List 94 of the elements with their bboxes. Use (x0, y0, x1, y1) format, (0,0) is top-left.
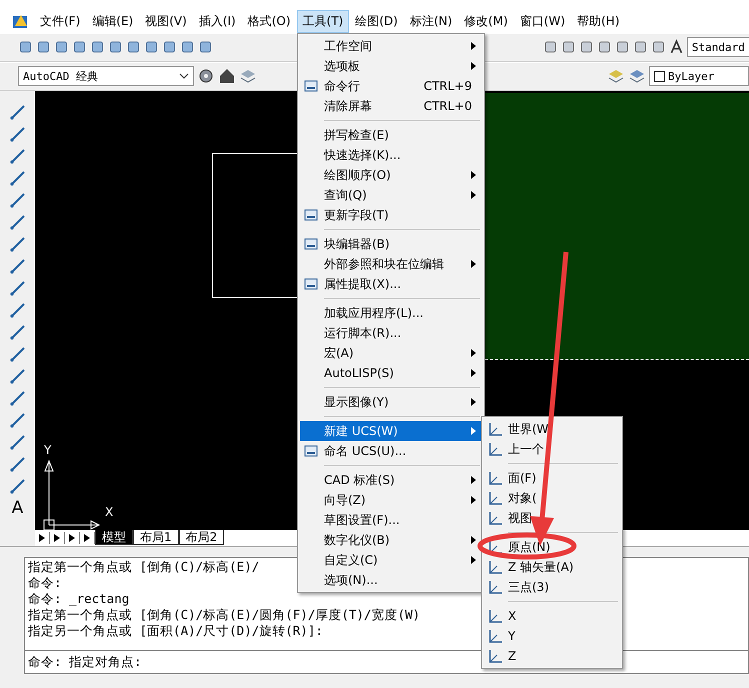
x-axis-label: X (105, 504, 114, 519)
menu-option[interactable]: 新建 UCS(W) (300, 421, 482, 441)
app-logo-icon (12, 13, 30, 30)
submenu-arrow-icon (471, 427, 476, 435)
home-icon[interactable] (218, 67, 236, 86)
menu-option[interactable]: 上一个 (484, 439, 620, 459)
menu-option[interactable]: 世界(W (484, 419, 620, 439)
ucs-axis-icon (487, 579, 503, 595)
text-style-dropdown[interactable]: Standard (686, 37, 749, 58)
layout-tab[interactable]: 布局1 (133, 530, 179, 546)
command-line: 指定第一个角点或 [倒角(C)/标高(E)/ (28, 558, 260, 575)
menu-option[interactable]: 自定义(C) (300, 550, 482, 570)
menu-item[interactable]: 插入(I) (192, 10, 242, 33)
submenu-arrow-icon (471, 62, 476, 70)
submenu-arrow-icon (471, 42, 476, 50)
line-icon[interactable] (8, 102, 26, 121)
menu-option[interactable]: Y (484, 626, 620, 646)
menu-option[interactable]: AutoLISP(S) (300, 363, 482, 383)
command-line: 命令: (28, 574, 62, 591)
menu-option[interactable]: X (484, 606, 620, 626)
layout-tab[interactable]: 模型 (95, 530, 133, 546)
menu-option[interactable]: 原点(N) (484, 537, 620, 557)
ucs-axis-icon (487, 608, 503, 624)
menu-item[interactable]: 编辑(E) (86, 10, 140, 33)
menu-option[interactable]: 三点(3) (484, 577, 620, 597)
menu-item-icon (303, 443, 319, 459)
menu-option[interactable]: 工作空间 (300, 36, 482, 56)
y-axis-label: Y (44, 442, 52, 457)
submenu-arrow-icon (471, 191, 476, 199)
workspace-dropdown[interactable]: AutoCAD 经典 (18, 66, 194, 86)
command-line: 命令: _rectang (28, 590, 130, 607)
submenu-arrow-icon (471, 536, 476, 544)
ucs-axis-icon (487, 421, 503, 437)
caret-icon (179, 73, 189, 80)
menu-option[interactable]: 查询(Q) (300, 185, 482, 205)
menu-item-icon (303, 207, 319, 223)
menu-option[interactable]: 运行脚本(R)... (300, 323, 482, 343)
menu-option[interactable]: 更新字段(T) (300, 205, 482, 225)
command-line: 指定第一个角点或 [倒角(C)/标高(E)/圆角(F)/厚度(T)/宽度(W) (28, 606, 420, 623)
menu-option[interactable]: 外部参照和块在位编辑 (300, 254, 482, 274)
menu-option[interactable]: 属性提取(X)... (300, 274, 482, 294)
menu-option[interactable]: 对象( (484, 488, 620, 508)
submenu-arrow-icon (471, 171, 476, 179)
menu-option[interactable]: 向导(Z) (300, 490, 482, 510)
layout-tab[interactable]: 布局2 (178, 530, 224, 546)
menu-option[interactable]: 选项(N)... (300, 570, 482, 590)
menu-option[interactable]: 数字化仪(B) (300, 530, 482, 550)
ucs-axis-icon (487, 510, 503, 526)
menu-option[interactable]: 快速选择(K)... (300, 145, 482, 165)
ucs-axis-icon (487, 470, 503, 486)
menu-item-icon (303, 276, 319, 292)
menu-item[interactable]: 修改(M) (458, 10, 514, 33)
menu-option[interactable]: Z 轴矢量(A) (484, 557, 620, 577)
ucs-axis-icon (487, 648, 503, 664)
menu-item-icon (303, 78, 319, 94)
menu-option[interactable]: 块编辑器(B) (300, 234, 482, 254)
menu-option[interactable]: 草图设置(F)... (300, 510, 482, 530)
ucs-axis-icon (487, 628, 503, 644)
menu-option[interactable]: 加载应用程序(L)... (300, 303, 482, 323)
text-tool[interactable]: A (12, 498, 24, 517)
menu-option[interactable]: 清除屏幕 CTRL+0 (300, 96, 482, 116)
submenu-arrow-icon (471, 476, 476, 484)
menu-option[interactable]: 视图 (484, 508, 620, 528)
ucs-axis-icon (487, 441, 503, 457)
menu-option[interactable]: 宏(A) (300, 343, 482, 363)
menu-option[interactable]: 命名 UCS(U)... (300, 441, 482, 461)
gear-icon[interactable] (197, 67, 215, 86)
submenu-arrow-icon (471, 496, 476, 504)
menu-item[interactable]: 帮助(H) (571, 10, 626, 33)
menu-option[interactable]: 绘图顺序(O) (300, 165, 482, 185)
menu-option[interactable]: 显示图像(Y) (300, 392, 482, 412)
menu-option[interactable]: 拼写检查(E) (300, 125, 482, 145)
ucs-axis-icon (487, 490, 503, 506)
submenu-arrow-icon (471, 556, 476, 564)
menu-item-icon (303, 236, 319, 252)
menu-item[interactable]: 视图(V) (139, 10, 193, 33)
menu-option[interactable]: 选项板 (300, 56, 482, 76)
menu-option[interactable]: 面(F) (484, 468, 620, 488)
lineweight-dropdown[interactable]: ByLayer (649, 66, 749, 86)
menu-option[interactable]: 命令行 CTRL+9 (300, 76, 482, 96)
menu-item[interactable]: 标注(N) (404, 10, 458, 33)
menu-item[interactable]: 文件(F) (34, 10, 86, 33)
menu-option[interactable]: CAD 标准(S) (300, 470, 482, 490)
ucs-axis-icon (487, 559, 503, 575)
menu-item[interactable]: 工具(T) (296, 10, 350, 33)
menu-item[interactable]: 绘图(D) (349, 10, 404, 33)
menu-item[interactable]: 窗口(W) (514, 10, 572, 33)
submenu-arrow-icon (471, 349, 476, 357)
ucs-axis-icon (487, 539, 503, 555)
menu-item[interactable]: 格式(O) (242, 10, 297, 33)
command-line: 指定另一个角点或 [面积(A)/尺寸(D)/旋转(R)]: (28, 622, 323, 639)
submenu-arrow-icon (471, 260, 476, 268)
submenu-arrow-icon (471, 398, 476, 406)
submenu-arrow-icon (471, 369, 476, 377)
